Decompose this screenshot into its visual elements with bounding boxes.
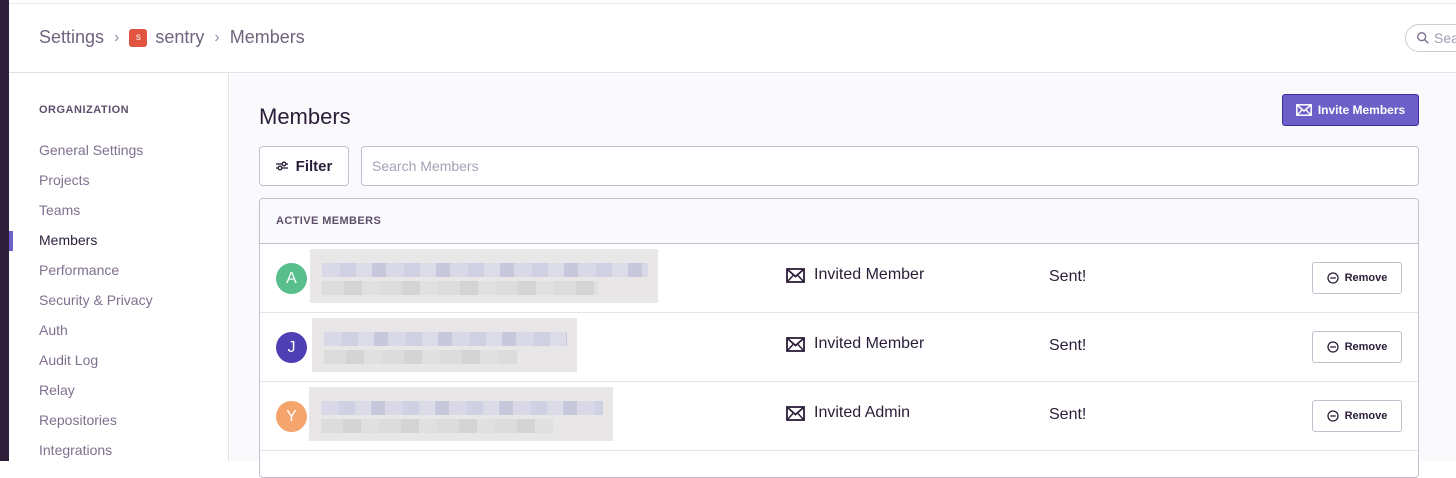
redacted-member-info <box>312 318 577 372</box>
member-role-label: Invited Member <box>814 335 925 352</box>
minus-circle-icon <box>1326 410 1339 422</box>
member-role: Invited Admin <box>786 404 910 422</box>
avatar: J <box>276 332 307 363</box>
remove-label: Remove <box>1344 272 1388 284</box>
remove-button[interactable]: Remove <box>1312 400 1402 432</box>
sidebar-item-repositories[interactable]: Repositories <box>39 412 117 428</box>
main-content: Members Invite Members Filter ACTIVE MEM… <box>230 74 1456 478</box>
active-indicator <box>9 231 13 251</box>
table-row: A Invited Member Sent! Remove <box>260 244 1418 313</box>
invite-members-button[interactable]: Invite Members <box>1282 94 1419 126</box>
sidebar-item-audit-log[interactable]: Audit Log <box>39 352 98 368</box>
remove-button[interactable]: Remove <box>1312 331 1402 363</box>
search-members-input[interactable] <box>361 146 1419 186</box>
redacted-member-info <box>309 387 613 441</box>
sidebar-item-integrations[interactable]: Integrations <box>39 442 112 458</box>
mail-icon <box>786 267 805 283</box>
sidebar-item-auth[interactable]: Auth <box>39 322 68 338</box>
invite-status: Sent! <box>1049 337 1087 354</box>
breadcrumb-settings[interactable]: Settings <box>39 27 104 48</box>
table-row: Y Invited Admin Sent! Remove <box>260 382 1418 451</box>
org-avatar: s <box>129 28 148 47</box>
settings-sidebar: ORGANIZATION General Settings Projects T… <box>9 74 229 461</box>
minus-circle-icon <box>1326 341 1339 353</box>
invite-members-label: Invite Members <box>1317 103 1406 117</box>
global-search-placeholder: Sea <box>1434 30 1456 46</box>
sidebar-item-general-settings[interactable]: General Settings <box>39 142 143 158</box>
sliders-icon <box>275 161 288 171</box>
member-role: Invited Member <box>786 335 924 353</box>
sidebar-item-performance[interactable]: Performance <box>39 262 119 278</box>
search-icon <box>1417 32 1429 44</box>
chevron-right-icon: › <box>114 28 120 46</box>
members-panel-heading: ACTIVE MEMBERS <box>260 199 1418 244</box>
sidebar-item-projects[interactable]: Projects <box>39 172 90 188</box>
table-row: J Invited Member Sent! Remove <box>260 313 1418 382</box>
sidebar-item-relay[interactable]: Relay <box>39 382 75 398</box>
chevron-right-icon: › <box>214 28 220 46</box>
mail-icon <box>786 405 805 421</box>
invite-status: Sent! <box>1049 406 1087 423</box>
mail-icon <box>1295 104 1312 116</box>
sidebar-item-security-privacy[interactable]: Security & Privacy <box>39 292 153 308</box>
sidebar-item-members[interactable]: Members <box>39 232 97 248</box>
page-header: Settings › s sentry › Members Sea <box>9 4 1456 73</box>
minus-circle-icon <box>1326 272 1339 284</box>
mail-icon <box>786 336 805 352</box>
breadcrumb-current[interactable]: Members <box>230 27 305 48</box>
avatar: A <box>276 263 307 294</box>
remove-label: Remove <box>1344 410 1388 422</box>
remove-button[interactable]: Remove <box>1312 262 1402 294</box>
redacted-member-info <box>310 249 658 303</box>
filter-label: Filter <box>295 157 333 175</box>
member-role: Invited Member <box>786 266 924 284</box>
global-search[interactable]: Sea <box>1405 24 1456 52</box>
filter-button[interactable]: Filter <box>259 146 349 186</box>
sidebar-item-teams[interactable]: Teams <box>39 202 80 218</box>
members-panel: ACTIVE MEMBERS A Invited Member Sent! Re… <box>259 198 1419 478</box>
remove-label: Remove <box>1344 341 1388 353</box>
app-sidebar-strip <box>0 0 9 461</box>
invite-status: Sent! <box>1049 268 1087 285</box>
member-role-label: Invited Member <box>814 266 925 283</box>
page-title: Members <box>259 104 351 129</box>
breadcrumb: Settings › s sentry › Members <box>39 27 305 48</box>
breadcrumb-org[interactable]: sentry <box>155 27 204 48</box>
avatar: Y <box>276 401 307 432</box>
sidebar-heading: ORGANIZATION <box>39 104 130 116</box>
member-role-label: Invited Admin <box>814 404 911 421</box>
